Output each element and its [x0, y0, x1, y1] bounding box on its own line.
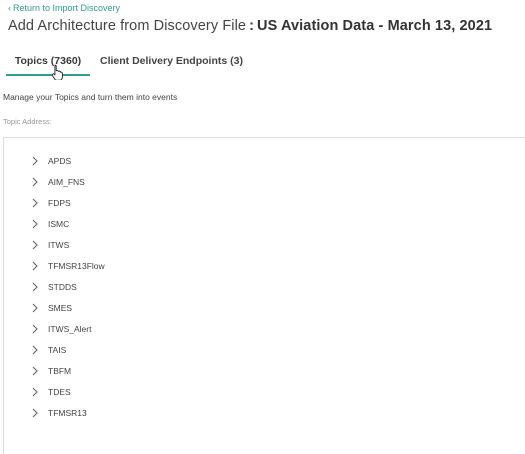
tree-item-label: STDDS [48, 281, 77, 292]
chevron-right-icon[interactable] [30, 323, 40, 335]
tree-item-tbfm[interactable]: TBFM [30, 362, 105, 383]
chevron-right-icon[interactable] [30, 302, 40, 314]
back-link-label: Return to Import Discovery [13, 3, 121, 13]
tree-item-label: TBFM [48, 365, 72, 376]
tree-item-itws-alert[interactable]: ITWS_Alert [30, 320, 105, 341]
page-title-prefix: Add Architecture from Discovery File [8, 18, 247, 34]
discovery-import-page: ‹ Return to Import Discovery Add Architec… [0, 0, 525, 454]
topic-tree: APDS AIM_FNS FDPS ISMC ITWS TFMSR13Flow … [30, 152, 105, 425]
chevron-right-icon[interactable] [30, 218, 40, 230]
tree-item-label: TFMSR13Flow [48, 260, 105, 271]
chevron-left-icon: ‹ [8, 3, 11, 13]
tree-item-smes[interactable]: SMES [30, 299, 105, 320]
chevron-right-icon[interactable] [30, 407, 40, 419]
chevron-right-icon[interactable] [30, 155, 40, 167]
chevron-right-icon[interactable] [30, 281, 40, 293]
tree-item-ismc[interactable]: ISMC [30, 215, 105, 236]
return-to-import-discovery-link[interactable]: ‹ Return to Import Discovery [8, 3, 120, 13]
tree-item-tfmsr13[interactable]: TFMSR13 [30, 404, 105, 425]
page-title-dataset: US Aviation Data - March 13, 2021 [257, 18, 493, 34]
tree-item-apds[interactable]: APDS [30, 152, 105, 173]
tab-client-delivery-endpoints[interactable]: Client Delivery Endpoints (3) [100, 48, 243, 74]
topic-tree-panel: APDS AIM_FNS FDPS ISMC ITWS TFMSR13Flow … [3, 137, 525, 454]
chevron-right-icon[interactable] [30, 176, 40, 188]
tree-item-label: TDES [48, 386, 71, 397]
chevron-right-icon[interactable] [30, 365, 40, 377]
tree-item-label: FDPS [48, 197, 71, 208]
tree-item-label: ITWS_Alert [48, 323, 92, 334]
tree-item-tdes[interactable]: TDES [30, 383, 105, 404]
tree-item-fdps[interactable]: FDPS [30, 194, 105, 215]
chevron-right-icon[interactable] [30, 239, 40, 251]
page-title-separator: : [249, 18, 255, 34]
tree-item-label: APDS [48, 155, 72, 166]
tree-item-aim-fns[interactable]: AIM_FNS [30, 173, 105, 194]
tree-item-itws[interactable]: ITWS [30, 236, 105, 257]
tab-topics[interactable]: Topics (7360) [6, 48, 90, 76]
tree-item-label: SMES [48, 302, 73, 313]
page-title: Add Architecture from Discovery File: US … [8, 18, 492, 34]
tree-item-stdds[interactable]: STDDS [30, 278, 105, 299]
topics-description: Manage your Topics and turn them into ev… [3, 92, 178, 102]
chevron-right-icon[interactable] [30, 197, 40, 209]
tree-item-label: ISMC [48, 218, 70, 229]
tree-item-tfmsr13flow[interactable]: TFMSR13Flow [30, 257, 105, 278]
tree-item-label: AIM_FNS [48, 176, 85, 187]
topic-address-label: Topic Address: [3, 117, 52, 126]
chevron-right-icon[interactable] [30, 344, 40, 356]
hand-pointer-icon [51, 64, 63, 80]
tab-bar: Topics (7360) Client Delivery Endpoints … [0, 48, 525, 76]
tree-item-label: TFMSR13 [48, 407, 87, 418]
chevron-right-icon[interactable] [30, 386, 40, 398]
tree-item-label: ITWS [48, 239, 70, 250]
tree-item-tais[interactable]: TAIS [30, 341, 105, 362]
chevron-right-icon[interactable] [30, 260, 40, 272]
tree-item-label: TAIS [48, 344, 67, 355]
